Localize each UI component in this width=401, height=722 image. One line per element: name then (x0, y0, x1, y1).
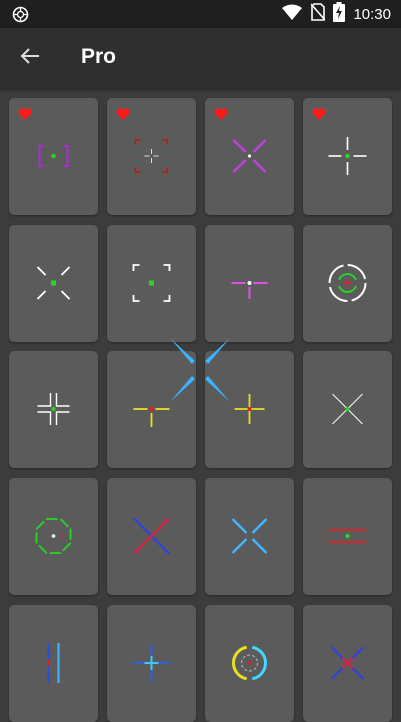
crosshair-double-line-red-icon (328, 529, 367, 543)
crosshair-tile-x-thin-white[interactable] (303, 351, 392, 468)
crosshair-tile-square-corners-white[interactable] (107, 225, 196, 342)
crosshair-circle-target-green-icon (328, 264, 367, 302)
crosshair-tile-octagon-green[interactable] (9, 478, 98, 595)
crosshair-brackets-magenta-icon (38, 145, 69, 167)
battery-charging-icon (333, 1, 346, 27)
crosshair-tile-double-line-red[interactable] (303, 478, 392, 595)
crosshair-x-magenta-icon (232, 139, 267, 173)
crosshair-tile-cross-yellow[interactable] (205, 351, 294, 468)
crosshair-x-red-blue-icon (132, 517, 171, 555)
crosshair-grid (0, 88, 401, 722)
crosshair-x-thin-white-icon (332, 393, 363, 425)
crosshair-cross-yellow-red-icon (133, 406, 170, 427)
app-bar: Pro (0, 28, 401, 88)
crosshair-tile-cross-yellow-red[interactable] (107, 351, 196, 468)
crosshair-tile-cross-cyan-blue[interactable] (107, 605, 196, 722)
crosshair-split-cross-white-icon (37, 393, 70, 425)
crosshair-tile-x-magenta[interactable] (205, 98, 294, 215)
crosshair-tile-diagonal-corners-white[interactable] (9, 225, 98, 342)
wifi-icon (281, 4, 303, 25)
crosshair-tile-vertical-bars-blue[interactable] (9, 605, 98, 722)
crosshair-square-corners-white-icon (132, 264, 171, 302)
no-sim-icon (310, 2, 327, 26)
crosshair-corners-red-icon (134, 139, 169, 173)
back-button[interactable] (14, 42, 46, 74)
crosshair-x-cyan-icon (231, 518, 268, 554)
crosshair-octagon-green-icon (35, 518, 72, 554)
crosshair-tile-x-red-blue[interactable] (107, 478, 196, 595)
crosshair-gap-cross-white-icon (328, 137, 367, 175)
status-time: 10:30 (353, 5, 391, 23)
crosshair-tile-corners-red[interactable] (107, 98, 196, 215)
crosshair-cross-yellow-icon (234, 394, 265, 424)
crosshair-tile-gap-cross-white[interactable] (303, 98, 392, 215)
crosshair-ring-multicolor-icon (232, 645, 267, 681)
page-title: Pro (81, 45, 117, 68)
settings-gear-icon (12, 6, 29, 28)
crosshair-diagonal-corners-white-icon (36, 266, 71, 300)
crosshair-tile-ring-multicolor[interactable] (205, 605, 294, 722)
crosshair-tile-x-cyan[interactable] (205, 478, 294, 595)
crosshair-tile-x-blue-red[interactable] (303, 605, 392, 722)
crosshair-x-blue-red-icon (330, 646, 365, 680)
status-bar: 10:30 (0, 0, 401, 28)
arrow-back-icon (20, 46, 40, 71)
crosshair-vertical-bars-blue-icon (47, 643, 60, 683)
crosshair-tile-t-magenta[interactable] (205, 225, 294, 342)
crosshair-cross-cyan-blue-icon (132, 644, 171, 682)
crosshair-tile-brackets-magenta[interactable] (9, 98, 98, 215)
crosshair-tile-split-cross-white[interactable] (9, 351, 98, 468)
crosshair-t-magenta-icon (231, 281, 268, 299)
crosshair-tile-circle-target-green[interactable] (303, 225, 392, 342)
